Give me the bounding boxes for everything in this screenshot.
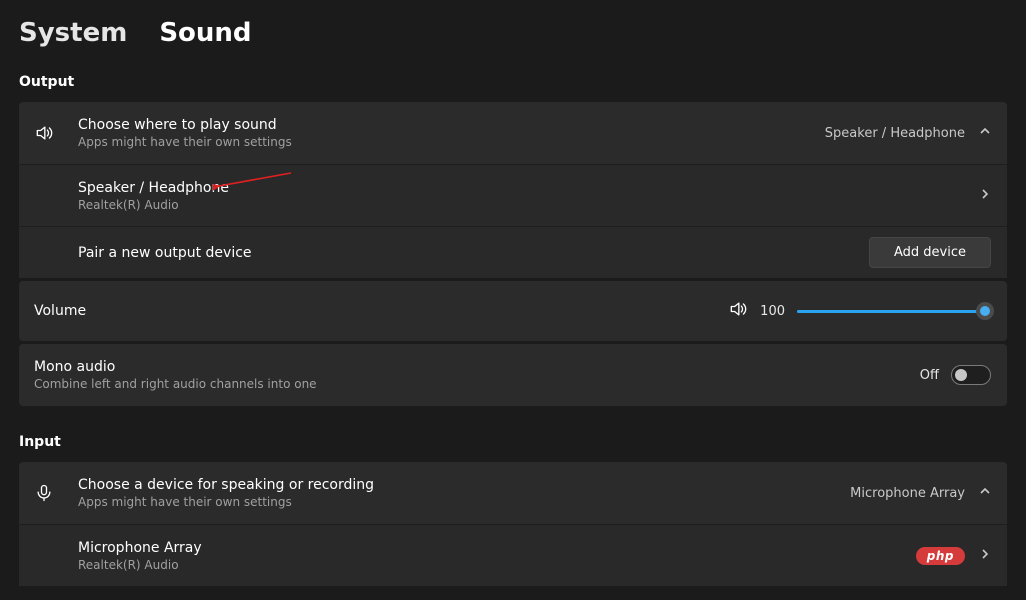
output-device-row[interactable]: Speaker / Headphone Realtek(R) Audio	[19, 164, 1007, 226]
input-device-driver: Realtek(R) Audio	[78, 558, 916, 572]
microphone-icon	[34, 483, 78, 503]
input-current-device: Microphone Array	[850, 486, 965, 501]
mono-toggle[interactable]	[951, 365, 991, 385]
volume-value: 100	[760, 304, 785, 319]
chevron-up-icon	[979, 485, 991, 501]
output-choose-card: Choose where to play sound Apps might ha…	[19, 102, 1007, 278]
output-pair-row: Pair a new output device Add device	[19, 226, 1007, 278]
volume-row: Volume 100	[19, 281, 1007, 341]
input-group: Choose a device for speaking or recordin…	[19, 462, 1007, 586]
input-choose-title: Choose a device for speaking or recordin…	[78, 477, 850, 493]
output-section-label: Output	[19, 74, 1007, 90]
input-device-name: Microphone Array	[78, 540, 916, 556]
breadcrumb: System Sound	[19, 0, 1007, 70]
output-pair-label: Pair a new output device	[78, 245, 869, 261]
add-device-button[interactable]: Add device	[869, 237, 991, 268]
volume-label: Volume	[34, 303, 728, 319]
mono-subtitle: Combine left and right audio channels in…	[34, 377, 920, 391]
chevron-right-icon	[979, 188, 991, 204]
chevron-right-icon	[979, 548, 991, 564]
slider-thumb[interactable]	[976, 302, 994, 320]
volume-card: Volume 100	[19, 281, 1007, 341]
input-choose-row[interactable]: Choose a device for speaking or recordin…	[19, 462, 1007, 524]
output-choose-row[interactable]: Choose where to play sound Apps might ha…	[19, 102, 1007, 164]
output-current-device: Speaker / Headphone	[825, 126, 965, 141]
chevron-up-icon	[979, 125, 991, 141]
speaker-icon	[34, 123, 78, 143]
input-device-row[interactable]: Microphone Array Realtek(R) Audio php	[19, 524, 1007, 586]
mono-title: Mono audio	[34, 359, 920, 375]
output-choose-title: Choose where to play sound	[78, 117, 825, 133]
input-choose-card: Choose a device for speaking or recordin…	[19, 462, 1007, 586]
php-badge: php	[916, 547, 965, 565]
output-group: Choose where to play sound Apps might ha…	[19, 102, 1007, 406]
mono-audio-card: Mono audio Combine left and right audio …	[19, 344, 1007, 406]
breadcrumb-parent[interactable]: System	[19, 18, 127, 48]
mono-state-label: Off	[920, 368, 939, 383]
input-section-label: Input	[19, 434, 1007, 450]
breadcrumb-current: Sound	[159, 18, 251, 48]
output-device-driver: Realtek(R) Audio	[78, 198, 979, 212]
volume-speaker-icon[interactable]	[728, 299, 748, 323]
mono-audio-row: Mono audio Combine left and right audio …	[19, 344, 1007, 406]
volume-slider[interactable]	[797, 302, 991, 320]
output-device-name: Speaker / Headphone	[78, 180, 979, 196]
output-choose-subtitle: Apps might have their own settings	[78, 135, 825, 149]
input-choose-subtitle: Apps might have their own settings	[78, 495, 850, 509]
